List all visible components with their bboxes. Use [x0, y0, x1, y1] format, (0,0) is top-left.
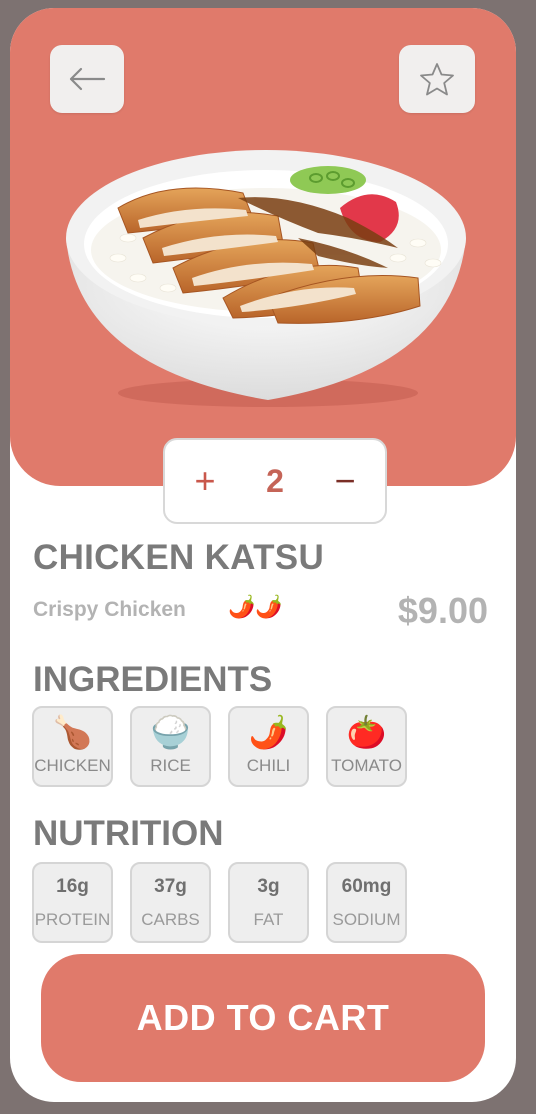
ingredients-list: 🍗 CHICKEN 🍚 RICE 🌶️ CHILI 🍅 TOMATO: [32, 706, 407, 787]
nutrition-chip: 3g FAT: [228, 862, 309, 943]
ingredient-chip[interactable]: 🍚 RICE: [130, 706, 211, 787]
ingredient-label: CHILI: [246, 756, 291, 775]
tomato-icon: 🍅: [346, 714, 387, 750]
quantity-value: 2: [266, 462, 284, 499]
nutrition-list: 16g PROTEIN 37g CARBS 3g FAT 60mg SODIUM: [32, 862, 407, 943]
nutrition-label: PROTEIN: [34, 910, 111, 929]
decrement-button[interactable]: −: [327, 463, 363, 499]
chicken-icon: 🍗: [52, 714, 93, 750]
star-icon: [420, 63, 454, 96]
nutrition-chip: 60mg SODIUM: [326, 862, 407, 943]
ingredients-heading: INGREDIENTS: [33, 660, 273, 699]
ingredient-chip[interactable]: 🌶️ CHILI: [228, 706, 309, 787]
nutrition-value: 60mg: [341, 876, 392, 897]
dish-image: [58, 138, 470, 408]
increment-button[interactable]: +: [187, 463, 223, 499]
nutrition-chip: 37g CARBS: [130, 862, 211, 943]
arrow-left-icon: [69, 67, 106, 91]
ingredient-label: TOMATO: [331, 756, 402, 775]
nutrition-label: SODIUM: [332, 910, 401, 929]
ingredient-chip[interactable]: 🍗 CHICKEN: [32, 706, 113, 787]
product-subtitle: Crispy Chicken: [33, 598, 186, 621]
favorite-button[interactable]: [399, 45, 475, 113]
nutrition-value: 3g: [257, 876, 280, 897]
product-title: CHICKEN KATSU: [33, 538, 325, 577]
quantity-stepper[interactable]: + 2 −: [163, 438, 387, 524]
product-price: $9.00: [397, 590, 488, 631]
nutrition-heading: NUTRITION: [33, 814, 224, 853]
spice-level-icon: 🌶️🌶️: [228, 594, 283, 619]
nutrition-chip: 16g PROTEIN: [32, 862, 113, 943]
nutrition-value: 16g: [56, 876, 89, 897]
back-button[interactable]: [50, 45, 124, 113]
nutrition-value: 37g: [154, 876, 187, 897]
ingredient-label: RICE: [150, 756, 191, 775]
ingredient-chip[interactable]: 🍅 TOMATO: [326, 706, 407, 787]
nutrition-label: CARBS: [141, 910, 200, 929]
hero-banner: [10, 8, 516, 486]
chili-icon: 🌶️: [248, 714, 289, 750]
add-to-cart-button[interactable]: ADD TO CART: [41, 954, 485, 1082]
rice-icon: 🍚: [150, 714, 191, 750]
ingredient-label: CHICKEN: [34, 756, 111, 775]
nutrition-label: FAT: [253, 910, 284, 929]
phone-screen: + 2 − CHICKEN KATSU Crispy Chicken 🌶️🌶️ …: [10, 8, 516, 1102]
